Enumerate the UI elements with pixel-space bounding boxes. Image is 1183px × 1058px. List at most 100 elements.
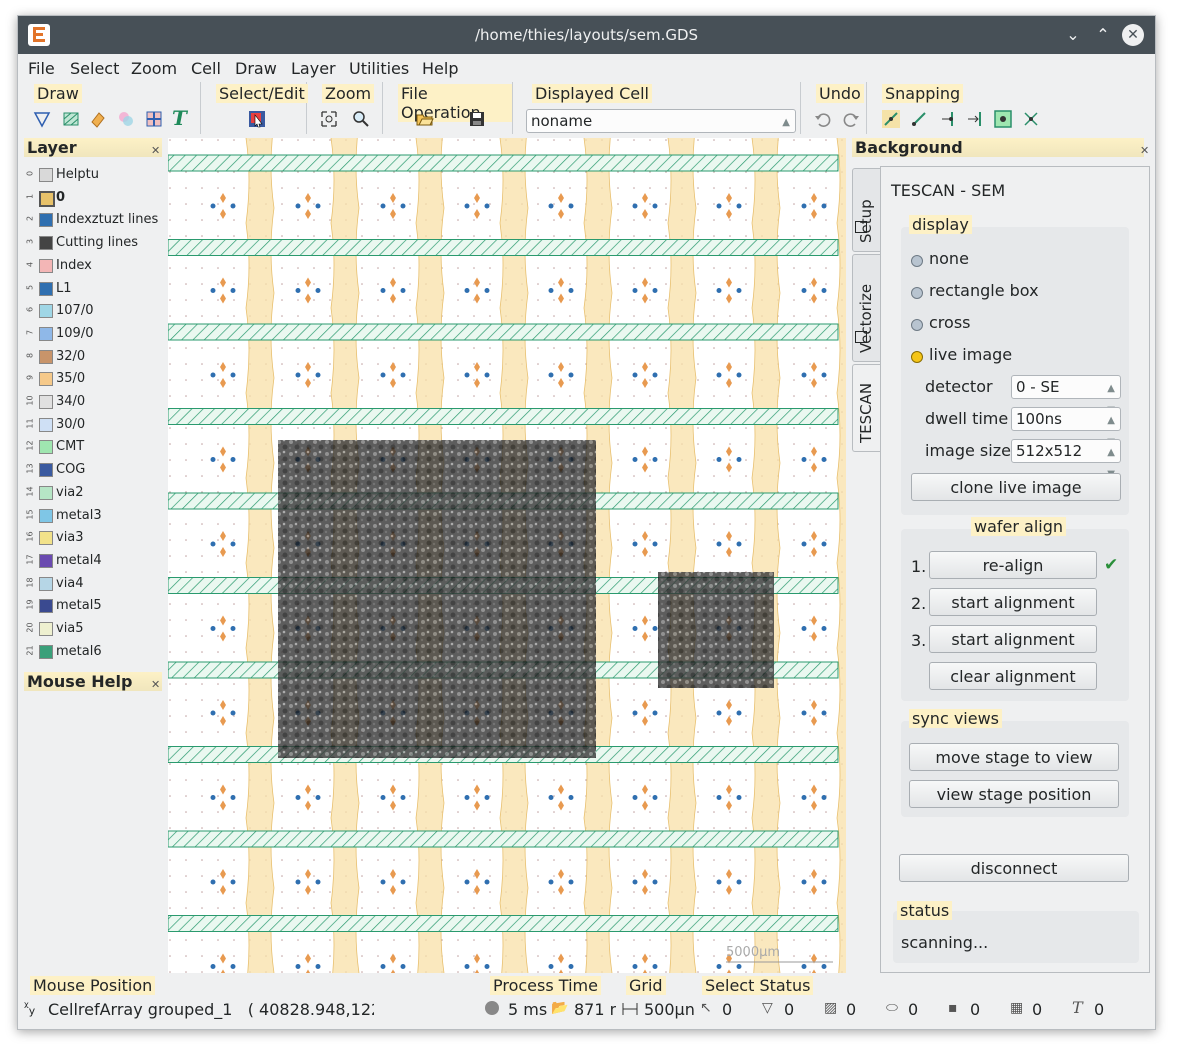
layer-color-swatch[interactable] xyxy=(39,553,53,568)
layer-color-swatch[interactable] xyxy=(39,395,53,409)
menu-zoom[interactable]: Zoom xyxy=(131,59,177,78)
snap-intersect-icon[interactable] xyxy=(1022,110,1040,128)
move-stage-to-view-button[interactable]: move stage to view xyxy=(909,743,1119,771)
menu-cell[interactable]: Cell xyxy=(191,59,221,78)
layer-row[interactable]: 5 L1 xyxy=(24,278,169,300)
layer-color-swatch[interactable] xyxy=(39,531,53,546)
layer-dock-close-icon[interactable]: ✕ xyxy=(151,144,160,157)
polygon-icon[interactable] xyxy=(33,110,51,128)
tab-tescan[interactable]: TESCAN xyxy=(852,364,881,452)
display-rectangle-radio[interactable] xyxy=(911,287,923,299)
edit-icon[interactable] xyxy=(248,110,266,128)
layer-color-swatch[interactable] xyxy=(39,258,53,273)
layer-row[interactable]: 9 35/0 xyxy=(24,368,169,390)
menu-layer[interactable]: Layer xyxy=(291,59,336,78)
menu-draw[interactable]: Draw xyxy=(235,59,277,78)
menu-select[interactable]: Select xyxy=(70,59,119,78)
minimize-icon[interactable]: ⌄ xyxy=(1062,24,1084,46)
start-alignment-3-button[interactable]: start alignment xyxy=(929,625,1097,653)
dwell-time-select[interactable]: 100ns▲▼ xyxy=(1011,407,1121,448)
layout-column xyxy=(751,138,781,973)
zoom-icon[interactable] xyxy=(352,110,370,128)
maximize-icon[interactable]: ⌃ xyxy=(1092,24,1114,46)
layer-color-swatch[interactable] xyxy=(39,485,53,500)
layer-color-swatch[interactable] xyxy=(39,417,53,432)
circle-icon[interactable] xyxy=(117,110,135,128)
layer-row[interactable]: 3 Cutting lines xyxy=(24,232,169,254)
display-live-image-radio[interactable] xyxy=(911,351,923,363)
redo-icon[interactable] xyxy=(842,110,860,128)
layer-color-swatch[interactable] xyxy=(39,190,55,207)
cellref-icon[interactable] xyxy=(145,110,163,128)
layer-row[interactable]: 6 107/0 xyxy=(24,300,169,322)
layer-row[interactable]: 19 metal5 xyxy=(24,595,169,617)
toolbar-snapping-title: Snapping xyxy=(882,84,964,103)
layer-color-swatch[interactable] xyxy=(39,599,53,614)
layer-color-swatch[interactable] xyxy=(39,168,53,182)
menu-help[interactable]: Help xyxy=(422,59,458,78)
view-stage-position-button[interactable]: view stage position xyxy=(909,780,1119,808)
layer-row[interactable]: 15 metal3 xyxy=(24,505,169,527)
clone-live-image-button[interactable]: clone live image xyxy=(911,473,1121,501)
layer-row[interactable]: 10 34/0 xyxy=(24,391,169,413)
layer-color-swatch[interactable] xyxy=(39,349,53,364)
start-alignment-2-button[interactable]: start alignment xyxy=(929,588,1097,616)
layer-color-swatch[interactable] xyxy=(39,622,53,636)
layer-row[interactable]: 7 109/0 xyxy=(24,323,169,345)
menu-utilities[interactable]: Utilities xyxy=(349,59,409,78)
menu-file[interactable]: File xyxy=(28,59,55,78)
layer-color-swatch[interactable] xyxy=(39,304,53,319)
layer-row[interactable]: 16 via3 xyxy=(24,527,169,549)
layer-row[interactable]: 4 Index xyxy=(24,255,169,277)
path-icon[interactable] xyxy=(89,110,107,128)
layer-row[interactable]: 0 Helptu xyxy=(24,164,169,186)
layer-row[interactable]: 18 via4 xyxy=(24,573,169,595)
mouse-help-close-icon[interactable]: ✕ xyxy=(151,678,160,691)
close-icon[interactable]: ✕ xyxy=(1122,24,1144,46)
layer-row[interactable]: 8 32/0 xyxy=(24,346,169,368)
tab-setup[interactable]: Setup xyxy=(852,168,882,252)
layer-row[interactable]: 11 30/0 xyxy=(24,414,169,436)
clear-alignment-button[interactable]: clear alignment xyxy=(929,662,1097,690)
display-cross-radio[interactable] xyxy=(911,319,923,331)
layer-row[interactable]: 14 via2 xyxy=(24,482,169,504)
display-none-radio[interactable] xyxy=(911,255,923,267)
layer-row[interactable]: 12 CMT xyxy=(24,436,169,458)
zoom-fit-icon[interactable] xyxy=(320,110,338,128)
layer-color-swatch[interactable] xyxy=(39,508,53,523)
open-icon[interactable] xyxy=(416,110,434,128)
layer-color-swatch[interactable] xyxy=(39,440,53,455)
undo-icon[interactable] xyxy=(814,110,832,128)
snap-edge-icon[interactable] xyxy=(938,110,956,128)
layer-row[interactable]: 20 via5 xyxy=(24,618,169,640)
select-count-cellrefs: 0 xyxy=(970,1000,981,1019)
re-align-button[interactable]: re-align xyxy=(929,551,1097,579)
layer-color-swatch[interactable] xyxy=(39,372,53,387)
layer-color-swatch[interactable] xyxy=(39,213,53,228)
layer-row[interactable]: 21 metal6 xyxy=(24,641,169,663)
layer-row[interactable]: 2 Indexztuzt lines xyxy=(24,209,169,231)
snap-point-icon[interactable] xyxy=(910,110,928,128)
layer-color-swatch[interactable] xyxy=(39,644,53,659)
detector-select[interactable]: 0 - SE▲▼ xyxy=(1011,375,1121,416)
layer-row[interactable]: 13 COG xyxy=(24,459,169,481)
text-icon[interactable]: T xyxy=(172,106,190,130)
layout-canvas[interactable]: 5000µm xyxy=(168,138,846,973)
layer-color-swatch[interactable] xyxy=(39,576,53,591)
snap-center-icon[interactable] xyxy=(994,110,1012,128)
disconnect-button[interactable]: disconnect xyxy=(899,854,1129,882)
layer-row[interactable]: 10 xyxy=(24,187,169,209)
layer-color-swatch[interactable] xyxy=(39,281,53,296)
image-size-select[interactable]: 512x512▲▼ xyxy=(1011,439,1121,480)
background-dock-close-icon[interactable]: ✕ xyxy=(1140,144,1149,157)
layer-color-swatch[interactable] xyxy=(39,326,53,341)
save-icon[interactable] xyxy=(468,110,486,128)
snap-mid-icon[interactable] xyxy=(966,110,984,128)
layer-color-swatch[interactable] xyxy=(39,236,53,251)
tab-vectorize[interactable]: Vectorize xyxy=(852,254,882,362)
displayed-cell-select[interactable]: noname ▲▼ xyxy=(526,109,796,150)
layer-color-swatch[interactable] xyxy=(39,463,53,478)
snap-grid-icon[interactable] xyxy=(882,110,900,128)
box-icon[interactable] xyxy=(62,110,80,128)
layer-row[interactable]: 17 metal4 xyxy=(24,550,169,572)
